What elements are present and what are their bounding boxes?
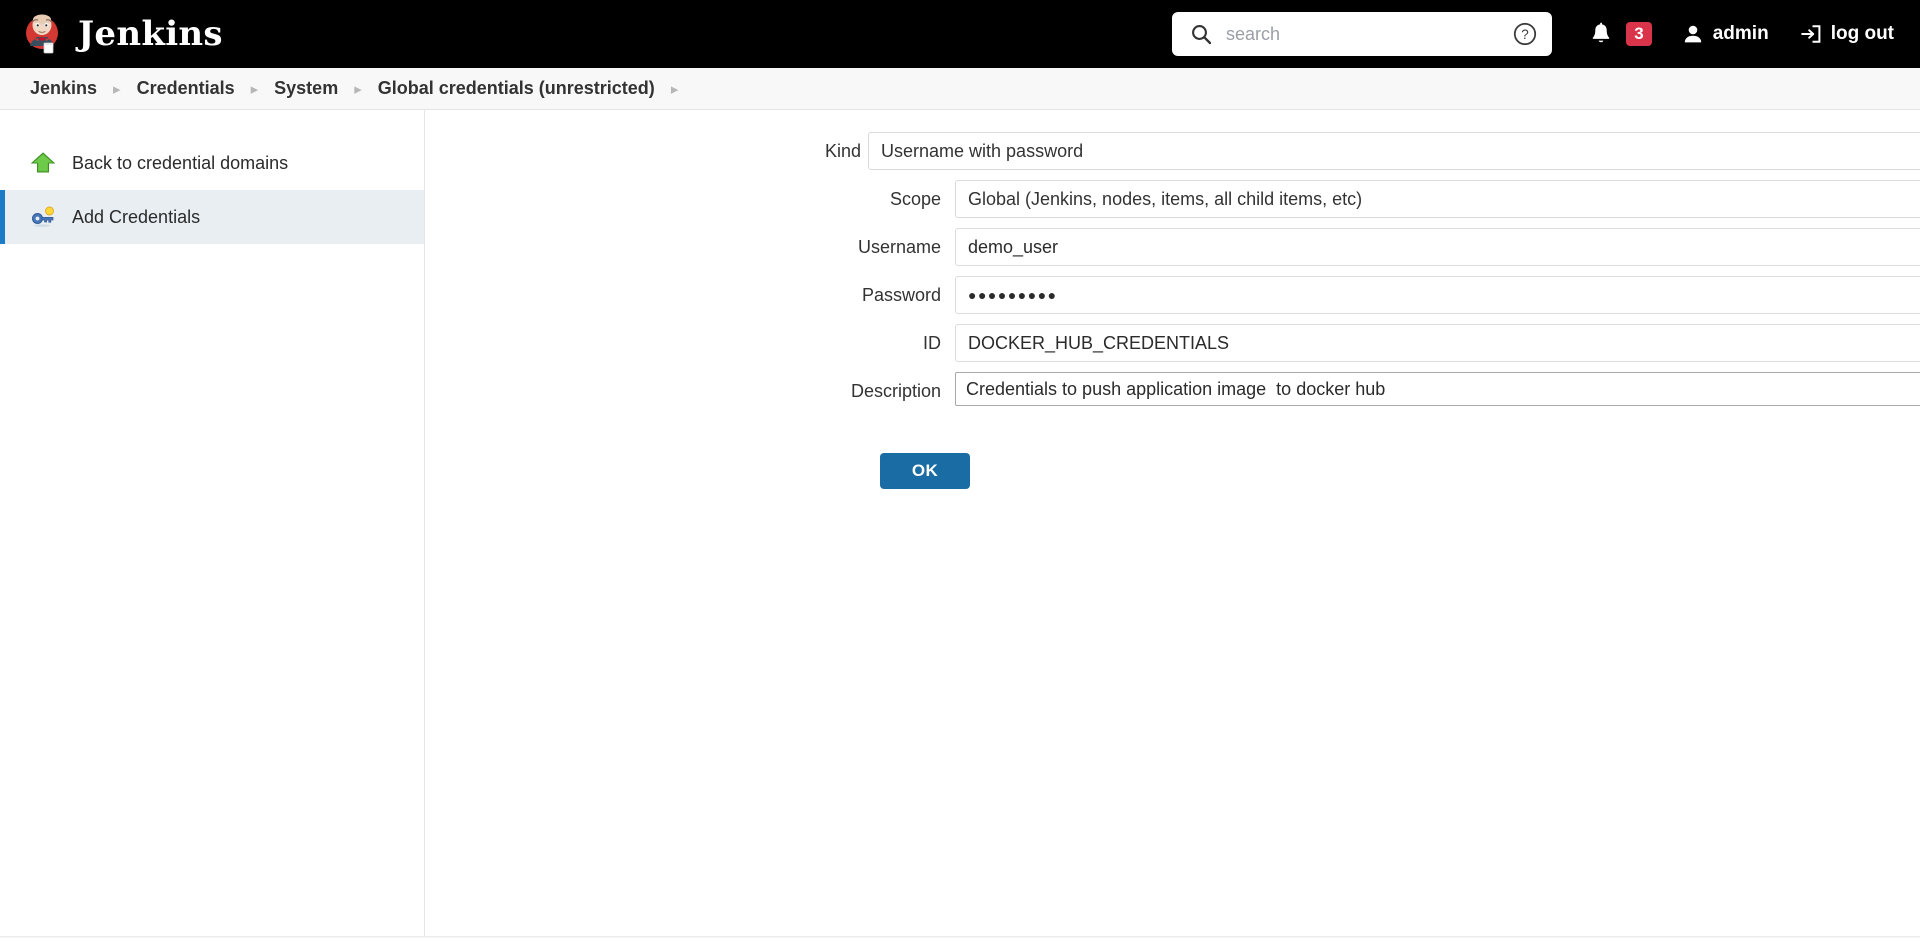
search-icon <box>1190 23 1212 45</box>
username-label: Username <box>857 237 941 257</box>
kind-label: Kind <box>824 141 861 161</box>
breadcrumb-item-system[interactable]: System <box>274 78 338 99</box>
key-icon <box>30 204 56 230</box>
user-menu-label: admin <box>1712 23 1769 44</box>
sidebar-item-add-credentials[interactable]: Add Credentials <box>0 190 424 244</box>
id-label: ID <box>923 333 941 353</box>
brand-title: Jenkins <box>78 14 223 54</box>
page-body: Back to credential domains Add Credentia… <box>0 110 1920 936</box>
form-row-kind: Kind Username with password <box>425 132 1920 170</box>
scope-select-wrapper: Global (Jenkins, nodes, items, all child… <box>955 180 1920 218</box>
jenkins-butler-logo <box>20 12 64 56</box>
logout-button[interactable]: log out <box>1799 23 1894 45</box>
sidebar-item-label: Back to credential domains <box>72 152 289 173</box>
username-input[interactable] <box>955 228 1920 266</box>
form-row-password: Password ? <box>425 276 1920 314</box>
breadcrumb-separator: ▸ <box>354 80 362 98</box>
svg-text:?: ? <box>1521 27 1529 42</box>
breadcrumb-separator: ▸ <box>113 80 121 98</box>
person-icon <box>1682 23 1704 45</box>
jenkins-home-link[interactable]: Jenkins <box>20 12 223 56</box>
bell-icon <box>1590 22 1612 46</box>
breadcrumb: Jenkins ▸ Credentials ▸ System ▸ Global … <box>0 68 1920 110</box>
form-row-scope: Scope Global (Jenkins, nodes, items, all… <box>425 180 1920 218</box>
breadcrumb-item-global-credentials[interactable]: Global credentials (unrestricted) <box>378 78 655 99</box>
form-actions: OK <box>425 453 1920 489</box>
notification-count-badge: 3 <box>1626 21 1652 47</box>
form-row-id: ID ? <box>425 324 1920 362</box>
description-label: Description <box>850 381 941 401</box>
scope-control: Global (Jenkins, nodes, items, all child… <box>955 180 1920 218</box>
scope-label: Scope <box>889 189 941 209</box>
sidebar: Back to credential domains Add Credentia… <box>0 110 425 936</box>
search-box[interactable]: ? <box>1172 12 1552 56</box>
breadcrumb-item-credentials[interactable]: Credentials <box>137 78 235 99</box>
credentials-form: Kind Username with password Scope Global… <box>425 110 1920 936</box>
search-input[interactable] <box>1224 22 1512 46</box>
header-right-actions: 3 admin log out <box>1590 0 1894 68</box>
sidebar-item-back-to-credential-domains[interactable]: Back to credential domains <box>0 136 424 190</box>
form-row-description: Description ? <box>425 372 1920 406</box>
user-menu-admin[interactable]: admin <box>1682 23 1769 45</box>
up-arrow-icon <box>30 150 56 176</box>
username-control: ? <box>955 228 1920 266</box>
kind-control: Username with password <box>868 132 1920 170</box>
password-input[interactable] <box>955 276 1920 314</box>
id-input[interactable] <box>955 324 1920 362</box>
password-control: ? <box>955 276 1920 314</box>
kind-select[interactable]: Username with password <box>868 132 1920 170</box>
scope-select[interactable]: Global (Jenkins, nodes, items, all child… <box>955 180 1920 218</box>
help-circle-icon[interactable]: ? <box>1512 21 1538 47</box>
form-row-username: Username ? <box>425 228 1920 266</box>
description-textarea[interactable] <box>955 372 1920 406</box>
password-label: Password <box>861 285 941 305</box>
top-header: Jenkins ? 3 <box>0 0 1920 68</box>
id-control: ? <box>955 324 1920 362</box>
breadcrumb-separator: ▸ <box>250 80 259 98</box>
sidebar-item-label: Add Credentials <box>72 206 201 227</box>
logout-label: log out <box>1830 23 1894 44</box>
breadcrumb-separator-trailing: ▸ <box>670 80 679 98</box>
notifications-button[interactable]: 3 <box>1590 21 1652 47</box>
breadcrumb-item-jenkins[interactable]: Jenkins <box>30 78 97 99</box>
description-control: ? <box>955 372 1920 406</box>
ok-button[interactable]: OK <box>880 453 970 489</box>
logout-icon <box>1799 23 1822 45</box>
kind-select-wrapper: Username with password <box>868 132 1920 170</box>
